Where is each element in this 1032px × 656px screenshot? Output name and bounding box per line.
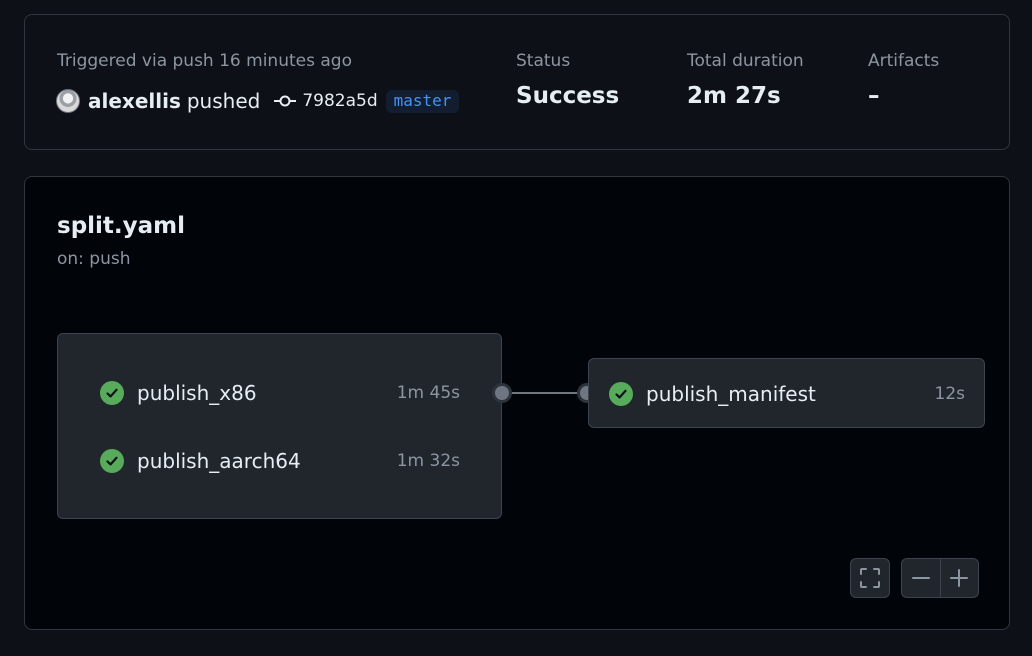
check-circle-fill-icon [100,449,124,473]
run-summary-card: Triggered via push 16 minutes ago alexel… [24,14,1010,150]
job-duration: 1m 45s [396,383,460,403]
zoom-out-button[interactable] [902,559,940,597]
avatar[interactable] [56,89,80,113]
branch-badge[interactable]: master [385,89,460,113]
fullscreen-button[interactable] [850,558,890,598]
duration-label: Total duration [687,51,804,71]
check-circle-fill-icon [609,382,633,406]
zoom-in-button[interactable] [940,559,978,597]
job-publish-manifest[interactable]: publish_manifest 12s [609,379,965,409]
duration-value: 2m 27s [687,83,781,109]
duration-stat: Total duration 2m 27s [687,51,804,109]
trigger-label: Triggered via push 16 minutes ago [57,51,352,71]
dependency-connector [502,392,589,394]
job-name: publish_manifest [646,382,816,406]
job-duration: 1m 32s [396,451,460,471]
actor-link[interactable]: alexellis [88,89,181,113]
status-stat: Status Success [516,51,619,109]
artifacts-label: Artifacts [868,51,940,71]
workflow-trigger: on: push [57,249,131,269]
job-card-publish-manifest: publish_manifest 12s [588,358,985,428]
job-name: publish_aarch64 [137,449,301,473]
zoom-controls [901,558,979,598]
job-name: publish_x86 [137,381,257,405]
connector-out-dot [492,383,512,403]
job-group: publish_x86 1m 45s publish_aarch64 1m 32… [57,333,502,519]
screen-full-icon [860,568,880,588]
artifacts-value: – [868,83,880,109]
workflow-name: split.yaml [57,213,186,239]
action-text: pushed [186,89,261,113]
commit-sha-link[interactable]: 7982a5d [302,91,377,111]
job-publish-aarch64[interactable]: publish_aarch64 1m 32s [100,446,460,476]
workflow-graph-card: split.yaml on: push publish_x86 1m 45s p… [24,176,1010,630]
artifacts-stat: Artifacts – [868,51,939,109]
job-publish-x86[interactable]: publish_x86 1m 45s [100,378,460,408]
git-commit-icon [274,95,297,107]
trigger-details: alexellis pushed 7982a5d master [56,88,460,114]
status-value: Success [516,83,620,109]
check-circle-fill-icon [100,381,124,405]
job-duration: 12s [934,384,966,404]
minus-icon [911,577,930,579]
status-label: Status [516,51,571,71]
plus-icon [950,569,969,587]
